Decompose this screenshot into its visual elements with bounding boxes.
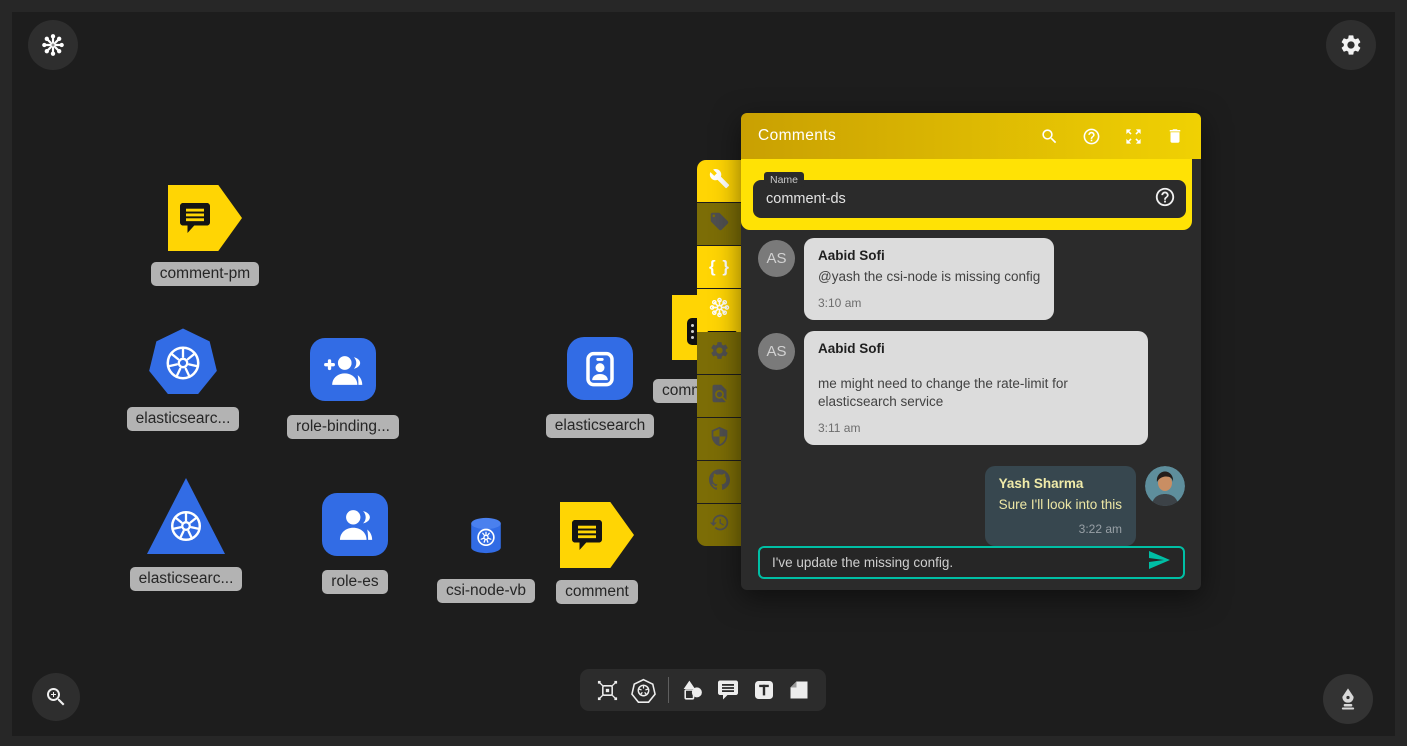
- message-author: Yash Sharma: [999, 475, 1122, 493]
- message-text: Sure I'll look into this: [999, 496, 1122, 514]
- node-comment-pm[interactable]: comment-pm: [150, 185, 260, 286]
- settings-button[interactable]: [1326, 20, 1376, 70]
- app-logo-flower-icon: [40, 32, 66, 58]
- text-tool-icon[interactable]: [752, 678, 776, 702]
- design-circuit-icon[interactable]: [595, 678, 620, 703]
- help-circle-icon[interactable]: [1154, 186, 1176, 213]
- message-author: Aabid Sofi: [818, 340, 1134, 358]
- chat-message: Yash Sharma Sure I'll look into this 3:2…: [758, 466, 1185, 546]
- braces-icon: { }: [709, 257, 730, 277]
- node-label: csi-node-vb: [437, 579, 535, 603]
- node-elasticsearch-triangle[interactable]: elasticsearc...: [130, 478, 242, 591]
- message-author: Aabid Sofi: [818, 247, 1040, 265]
- history-button[interactable]: [697, 504, 742, 546]
- message-bubble: Yash Sharma Sure I'll look into this 3:2…: [985, 466, 1136, 546]
- message-input[interactable]: [772, 555, 1147, 570]
- message-bubble: Aabid Sofi me might need to change the r…: [804, 331, 1148, 445]
- json-braces-button[interactable]: { }: [697, 246, 742, 288]
- bottom-tools-dock: [580, 669, 826, 711]
- kubernetes-triangle-icon: [147, 478, 225, 554]
- shield-icon: [709, 426, 730, 452]
- pen-nib-icon: [1335, 686, 1361, 712]
- history-clock-icon: [709, 512, 730, 538]
- role-binding-icon: [310, 338, 376, 401]
- gear-icon: [709, 340, 730, 366]
- configure-wrench-button[interactable]: [697, 160, 742, 202]
- send-icon[interactable]: [1147, 548, 1171, 577]
- role-icon: [322, 493, 388, 556]
- comments-panel-header[interactable]: Comments: [741, 113, 1201, 159]
- zoom-button[interactable]: [32, 673, 80, 721]
- github-icon: [709, 469, 730, 495]
- comment-shape-icon: [560, 502, 634, 568]
- node-label: elasticsearc...: [127, 407, 240, 431]
- settings-button-toolbar[interactable]: [697, 332, 742, 374]
- node-csi-node-vb[interactable]: csi-node-vb: [431, 517, 541, 603]
- node-label: elasticsearch: [546, 414, 654, 438]
- avatar-photo: [1145, 466, 1185, 506]
- inspect-doc-button[interactable]: [697, 375, 742, 417]
- security-shield-button[interactable]: [697, 418, 742, 460]
- kubernetes-flower-icon: [708, 296, 731, 324]
- message-composer: [758, 546, 1185, 579]
- search-icon[interactable]: [1040, 127, 1059, 146]
- node-elasticsearch-heptagon[interactable]: elasticsearc...: [128, 327, 238, 431]
- doc-search-icon: [709, 383, 730, 409]
- comments-panel: Comments Name AS Aabid Sofi @yash the cs…: [741, 113, 1201, 590]
- dock-divider: [668, 677, 669, 703]
- node-label: elasticsearc...: [130, 567, 243, 591]
- avatar: AS: [758, 333, 795, 370]
- storage-cylinder-icon: [469, 517, 503, 559]
- node-comment[interactable]: comment: [542, 502, 652, 604]
- app-logo-button[interactable]: [28, 20, 78, 70]
- message-text: me might need to change the rate-limit f…: [818, 375, 1134, 411]
- expand-icon[interactable]: [1124, 127, 1143, 146]
- node-role-binding[interactable]: role-binding...: [286, 338, 400, 439]
- chat-message: AS Aabid Sofi @yash the csi-node is miss…: [758, 238, 1185, 320]
- pen-tool-button[interactable]: [1323, 674, 1373, 724]
- kubernetes-heptagon-icon: [147, 327, 219, 399]
- toolbar-drag-handle[interactable]: [687, 318, 697, 345]
- avatar: AS: [758, 240, 795, 277]
- message-text: @yash the csi-node is missing config: [818, 268, 1040, 286]
- kubernetes-button[interactable]: [697, 289, 742, 331]
- chat-thread[interactable]: AS Aabid Sofi @yash the csi-node is miss…: [741, 230, 1201, 590]
- name-input[interactable]: [766, 191, 1154, 207]
- tag-button[interactable]: [697, 203, 742, 245]
- service-account-icon: [567, 337, 633, 400]
- zoom-in-icon: [44, 685, 68, 709]
- name-field-label: Name: [764, 172, 804, 187]
- image-tool-icon[interactable]: [787, 678, 811, 702]
- name-field-wrap: Name: [753, 180, 1186, 218]
- tag-icon: [709, 211, 730, 237]
- message-time: 3:10 am: [818, 294, 1040, 312]
- delete-icon[interactable]: [1166, 127, 1184, 145]
- comment-shape-icon: [168, 185, 242, 251]
- name-section: Name: [741, 159, 1192, 230]
- node-label: comment: [556, 580, 638, 604]
- chat-message: AS Aabid Sofi me might need to change th…: [758, 331, 1185, 445]
- wrench-icon: [709, 168, 730, 194]
- node-label: role-es: [322, 570, 387, 594]
- kubernetes-dock-icon[interactable]: [631, 678, 656, 703]
- node-elasticsearch[interactable]: elasticsearch: [545, 337, 655, 438]
- node-role-es[interactable]: role-es: [300, 493, 410, 594]
- node-action-toolbar: { }: [697, 160, 742, 546]
- message-time: 3:11 am: [818, 419, 1134, 437]
- node-label: role-binding...: [287, 415, 399, 439]
- help-icon[interactable]: [1082, 127, 1101, 146]
- message-time: 3:22 am: [999, 520, 1122, 538]
- message-bubble: Aabid Sofi @yash the csi-node is missing…: [804, 238, 1054, 320]
- shapes-icon[interactable]: [680, 678, 705, 703]
- github-button[interactable]: [697, 461, 742, 503]
- node-label: comment-pm: [151, 262, 259, 286]
- comment-tool-icon[interactable]: [716, 678, 740, 702]
- panel-title: Comments: [758, 127, 1040, 145]
- settings-gear-icon: [1339, 33, 1363, 57]
